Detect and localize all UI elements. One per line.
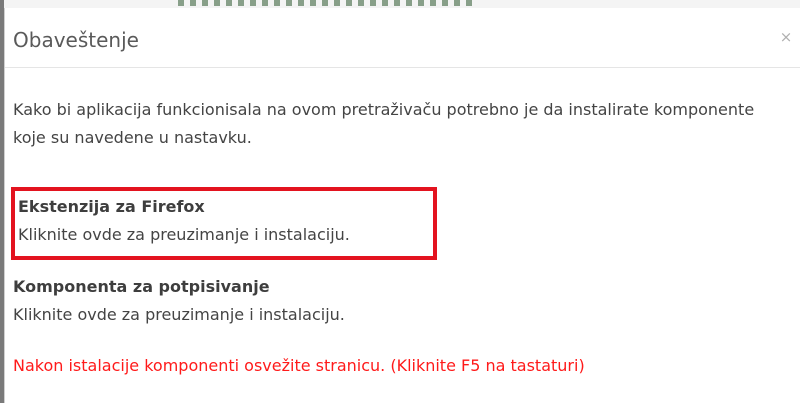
firefox-extension-item[interactable]: Ekstenzija za Firefox Kliknite ovde za p… [11,187,437,260]
signing-component-item[interactable]: Komponenta za potpisivanje Kliknite ovde… [13,273,345,329]
close-button[interactable]: × [777,28,795,46]
dialog-title: Obaveštenje [13,28,139,52]
dialog-body: Kako bi aplikacija funkcionisala na ovom… [11,96,783,375]
signing-component-download-link[interactable]: Kliknite ovde za preuzimanje i instalaci… [13,301,345,329]
background-page-text [178,0,478,6]
dialog-header: Obaveštenje × [5,8,800,68]
close-icon: × [779,28,793,46]
firefox-extension-download-link[interactable]: Kliknite ovde za preuzimanje i instalaci… [18,221,433,249]
refresh-notice: Nakon istalacije komponenti osvežite str… [13,356,585,375]
firefox-extension-title: Ekstenzija za Firefox [18,197,205,216]
notification-dialog: Obaveštenje × Kako bi aplikacija funkcio… [4,8,800,403]
signing-component-title: Komponenta za potpisivanje [13,277,270,296]
intro-text: Kako bi aplikacija funkcionisala na ovom… [13,100,755,147]
